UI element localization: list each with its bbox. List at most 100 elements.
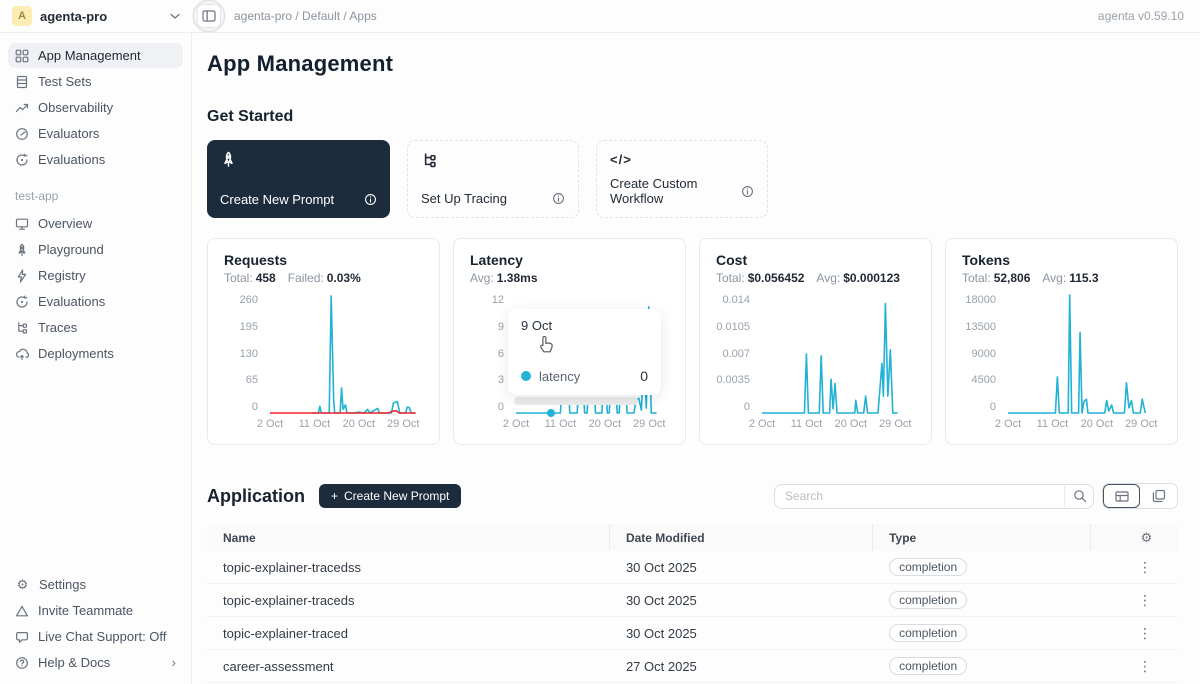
sidebar-item-label: Playground <box>38 242 104 257</box>
get-started-heading: Get Started <box>207 108 1178 126</box>
plot-area <box>762 295 915 413</box>
column-header-date-modified[interactable]: Date Modified <box>610 524 873 551</box>
table-row[interactable]: topic-explainer-traced 30 Oct 2025 compl… <box>207 617 1178 650</box>
breadcrumb[interactable]: agenta-pro / Default / Apps <box>234 9 377 23</box>
x-axis: 2 Oct11 Oct20 Oct29 Oct <box>762 418 915 432</box>
info-icon[interactable] <box>741 185 754 198</box>
chart-stats: Total:52,806 Avg:115.3 <box>962 271 1161 285</box>
sidebar-item-playground[interactable]: Playground <box>8 237 183 262</box>
sidebar-item-label: Test Sets <box>38 74 91 89</box>
sidebar-item-app-management[interactable]: App Management <box>8 43 183 68</box>
hand-cursor-icon <box>538 335 555 354</box>
gauge-icon <box>15 127 29 141</box>
sidebar-app-section-label: test-app <box>15 189 183 203</box>
sidebar-item-evaluations-app[interactable]: Evaluations <box>8 289 183 314</box>
requests-chart-card: Requests Total:458 Failed:0.03% 26019513… <box>207 238 440 445</box>
sidebar-item-label: Traces <box>38 320 77 335</box>
chart-title: Tokens <box>962 252 1161 268</box>
gear-icon: ⚙ <box>15 578 30 591</box>
metrics-charts: Requests Total:458 Failed:0.03% 26019513… <box>207 238 1178 445</box>
table-row[interactable]: career-assessment 27 Oct 2025 completion… <box>207 650 1178 683</box>
x-tick-label: 20 Oct <box>589 418 621 430</box>
sidebar-item-invite-teammate[interactable]: Invite Teammate <box>8 598 183 623</box>
info-icon[interactable] <box>364 193 377 206</box>
tree-icon <box>421 152 565 169</box>
x-axis: 2 Oct11 Oct20 Oct29 Oct <box>516 418 669 432</box>
requests-chart: 260195130650 <box>224 295 423 413</box>
refresh-icon <box>15 153 29 167</box>
series-tokens <box>1008 295 1145 413</box>
app-name: topic-explainer-traceds <box>207 593 610 608</box>
tree-icon <box>15 321 29 335</box>
row-menu-button[interactable]: ⋮ <box>1138 593 1152 607</box>
chart-stats: Avg:1.38ms <box>470 271 669 285</box>
lightning-icon <box>15 269 29 283</box>
column-header-type[interactable]: Type <box>873 524 1091 551</box>
plus-icon: + <box>331 489 338 503</box>
card-view-button[interactable] <box>1140 484 1177 508</box>
gear-icon[interactable]: ⚙ <box>1139 531 1154 544</box>
sidebar-item-evaluators[interactable]: Evaluators <box>8 121 183 146</box>
chevron-right-icon: › <box>172 655 176 670</box>
row-menu-button[interactable]: ⋮ <box>1138 560 1152 574</box>
create-custom-workflow-card[interactable]: </> Create Custom Workflow <box>596 140 768 218</box>
y-tick-label: 9000 <box>972 349 996 360</box>
app-date: 30 Oct 2025 <box>610 560 873 575</box>
y-tick-label: 4500 <box>972 375 996 386</box>
sidebar-item-registry[interactable]: Registry <box>8 263 183 288</box>
sidebar-item-observability[interactable]: Observability <box>8 95 183 120</box>
panel-left-icon <box>202 9 216 23</box>
search-input[interactable] <box>774 484 1094 509</box>
type-badge: completion <box>889 558 967 576</box>
x-tick-label: 11 Oct <box>545 418 577 430</box>
x-tick-label: 20 Oct <box>835 418 867 430</box>
table-header: Name Date Modified Type ⚙ <box>207 524 1178 551</box>
sidebar-item-traces[interactable]: Traces <box>8 315 183 340</box>
rocket-icon <box>220 151 377 168</box>
table-view-button[interactable] <box>1103 484 1140 508</box>
info-icon[interactable] <box>552 192 565 205</box>
x-tick-label: 2 Oct <box>749 418 775 430</box>
create-new-prompt-card[interactable]: Create New Prompt <box>207 140 390 218</box>
y-tick-label: 130 <box>240 349 258 360</box>
cost-chart-card: Cost Total:$0.056452 Avg:$0.000123 0.014… <box>699 238 932 445</box>
cloud-icon <box>15 347 29 361</box>
chart-stats: Total:$0.056452 Avg:$0.000123 <box>716 271 915 285</box>
card-label: Create Custom Workflow <box>610 176 741 206</box>
row-menu-button[interactable]: ⋮ <box>1138 659 1152 673</box>
sidebar-item-test-sets[interactable]: Test Sets <box>8 69 183 94</box>
x-tick-label: 20 Oct <box>1081 418 1113 430</box>
sidebar-item-evaluations[interactable]: Evaluations <box>8 147 183 172</box>
y-tick-label: 65 <box>246 375 258 386</box>
table-row[interactable]: topic-explainer-traceds 30 Oct 2025 comp… <box>207 584 1178 617</box>
sidebar-item-settings[interactable]: ⚙ Settings <box>8 572 183 597</box>
y-tick-label: 0.0035 <box>716 375 750 386</box>
row-menu-button[interactable]: ⋮ <box>1138 626 1152 640</box>
grid-icon <box>15 49 29 63</box>
sidebar-item-overview[interactable]: Overview <box>8 211 183 236</box>
triangle-icon <box>15 604 29 618</box>
column-header-name[interactable]: Name <box>207 524 610 551</box>
monitor-icon <box>15 217 29 231</box>
top-bar: A agenta-pro agenta-pro / Default / Apps… <box>0 0 1200 33</box>
y-tick-label: 0 <box>252 402 258 413</box>
workspace-avatar: A <box>12 6 32 26</box>
create-new-prompt-button[interactable]: + Create New Prompt <box>319 484 461 508</box>
chart-tooltip: 9 Oct latency 0 <box>508 309 661 395</box>
view-toggle <box>1102 483 1178 509</box>
set-up-tracing-card[interactable]: Set Up Tracing <box>407 140 579 218</box>
y-tick-label: 0 <box>744 402 750 413</box>
sidebar-item-label: Observability <box>38 100 113 115</box>
sidebar-item-live-chat-support[interactable]: Live Chat Support: Off <box>8 624 183 649</box>
sidebar-item-help-docs[interactable]: Help & Docs › <box>8 650 183 675</box>
x-tick-label: 11 Oct <box>1037 418 1069 430</box>
table-row[interactable]: topic-explainer-tracedss 30 Oct 2025 com… <box>207 551 1178 584</box>
search-button[interactable] <box>1064 484 1094 509</box>
x-axis: 2 Oct11 Oct20 Oct29 Oct <box>1008 418 1161 432</box>
sidebar-toggle-button[interactable] <box>197 4 221 28</box>
x-tick-label: 2 Oct <box>995 418 1021 430</box>
workspace-selector[interactable]: A agenta-pro <box>0 6 192 26</box>
sidebar-item-deployments[interactable]: Deployments <box>8 341 183 366</box>
sidebar-item-label: App Management <box>38 48 141 63</box>
tooltip-shadow <box>514 397 638 405</box>
